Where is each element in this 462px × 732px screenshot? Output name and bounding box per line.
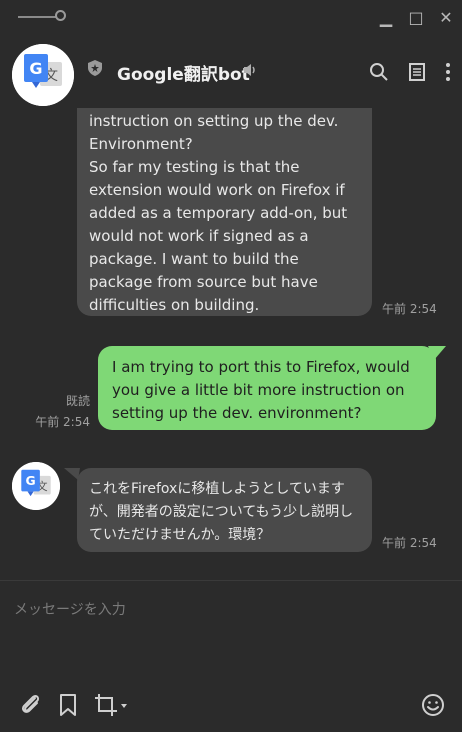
slider-knob[interactable] bbox=[55, 10, 66, 21]
read-receipt: 既読 bbox=[65, 394, 90, 408]
crop-icon[interactable] bbox=[93, 692, 129, 718]
shield-icon bbox=[88, 60, 102, 76]
search-icon[interactable] bbox=[369, 62, 389, 82]
svg-text:G: G bbox=[29, 59, 42, 78]
message-text: これをFirefoxに移植しようとしていますが、開発者の設定についてもう少し説明… bbox=[89, 481, 354, 543]
slider-track[interactable] bbox=[18, 16, 60, 18]
bookmark-icon[interactable] bbox=[55, 692, 81, 718]
composer-divider bbox=[0, 580, 462, 581]
message-input[interactable] bbox=[12, 594, 446, 626]
speaker-icon[interactable] bbox=[242, 62, 258, 78]
bubble-tail-outgoing bbox=[428, 346, 446, 360]
message-bubble-incoming[interactable]: これをFirefoxに移植しようとしていますが、開発者の設定についてもう少し説明… bbox=[77, 468, 372, 552]
notes-icon[interactable] bbox=[407, 62, 427, 82]
bot-avatar-small[interactable]: 文 G bbox=[12, 462, 60, 510]
message-bubble-outgoing[interactable]: I am trying to port this to Firefox, wou… bbox=[98, 346, 436, 430]
more-icon[interactable] bbox=[438, 62, 458, 82]
google-translate-logo-icon: 文 G bbox=[12, 462, 60, 510]
message-time: 午前 2:54 bbox=[382, 536, 437, 550]
bot-avatar[interactable]: 文 G bbox=[12, 44, 74, 106]
close-button[interactable]: ✕ bbox=[436, 8, 456, 28]
emoji-icon[interactable] bbox=[420, 692, 446, 718]
minimize-button[interactable]: ▁ bbox=[376, 8, 396, 28]
chat-title: Google翻訳bot bbox=[117, 65, 250, 85]
message-text: I am trying to port this to Firefox, wou… bbox=[112, 358, 410, 422]
message-bubble-incoming[interactable]: instruction on setting up the dev. Envir… bbox=[77, 108, 372, 316]
window-titlebar: ▁ □ ✕ bbox=[0, 0, 462, 36]
message-list[interactable]: instruction on setting up the dev. Envir… bbox=[0, 108, 462, 580]
message-time: 午前 2:54 bbox=[35, 415, 90, 429]
message-text: instruction on setting up the dev. Envir… bbox=[89, 112, 348, 314]
google-translate-logo-icon: 文 G bbox=[12, 44, 74, 106]
message-time: 午前 2:54 bbox=[382, 302, 437, 316]
chat-header: 文 G Google翻訳bot bbox=[0, 36, 462, 108]
maximize-button[interactable]: □ bbox=[406, 8, 426, 28]
attachment-icon[interactable] bbox=[18, 692, 44, 718]
svg-text:G: G bbox=[25, 474, 35, 488]
